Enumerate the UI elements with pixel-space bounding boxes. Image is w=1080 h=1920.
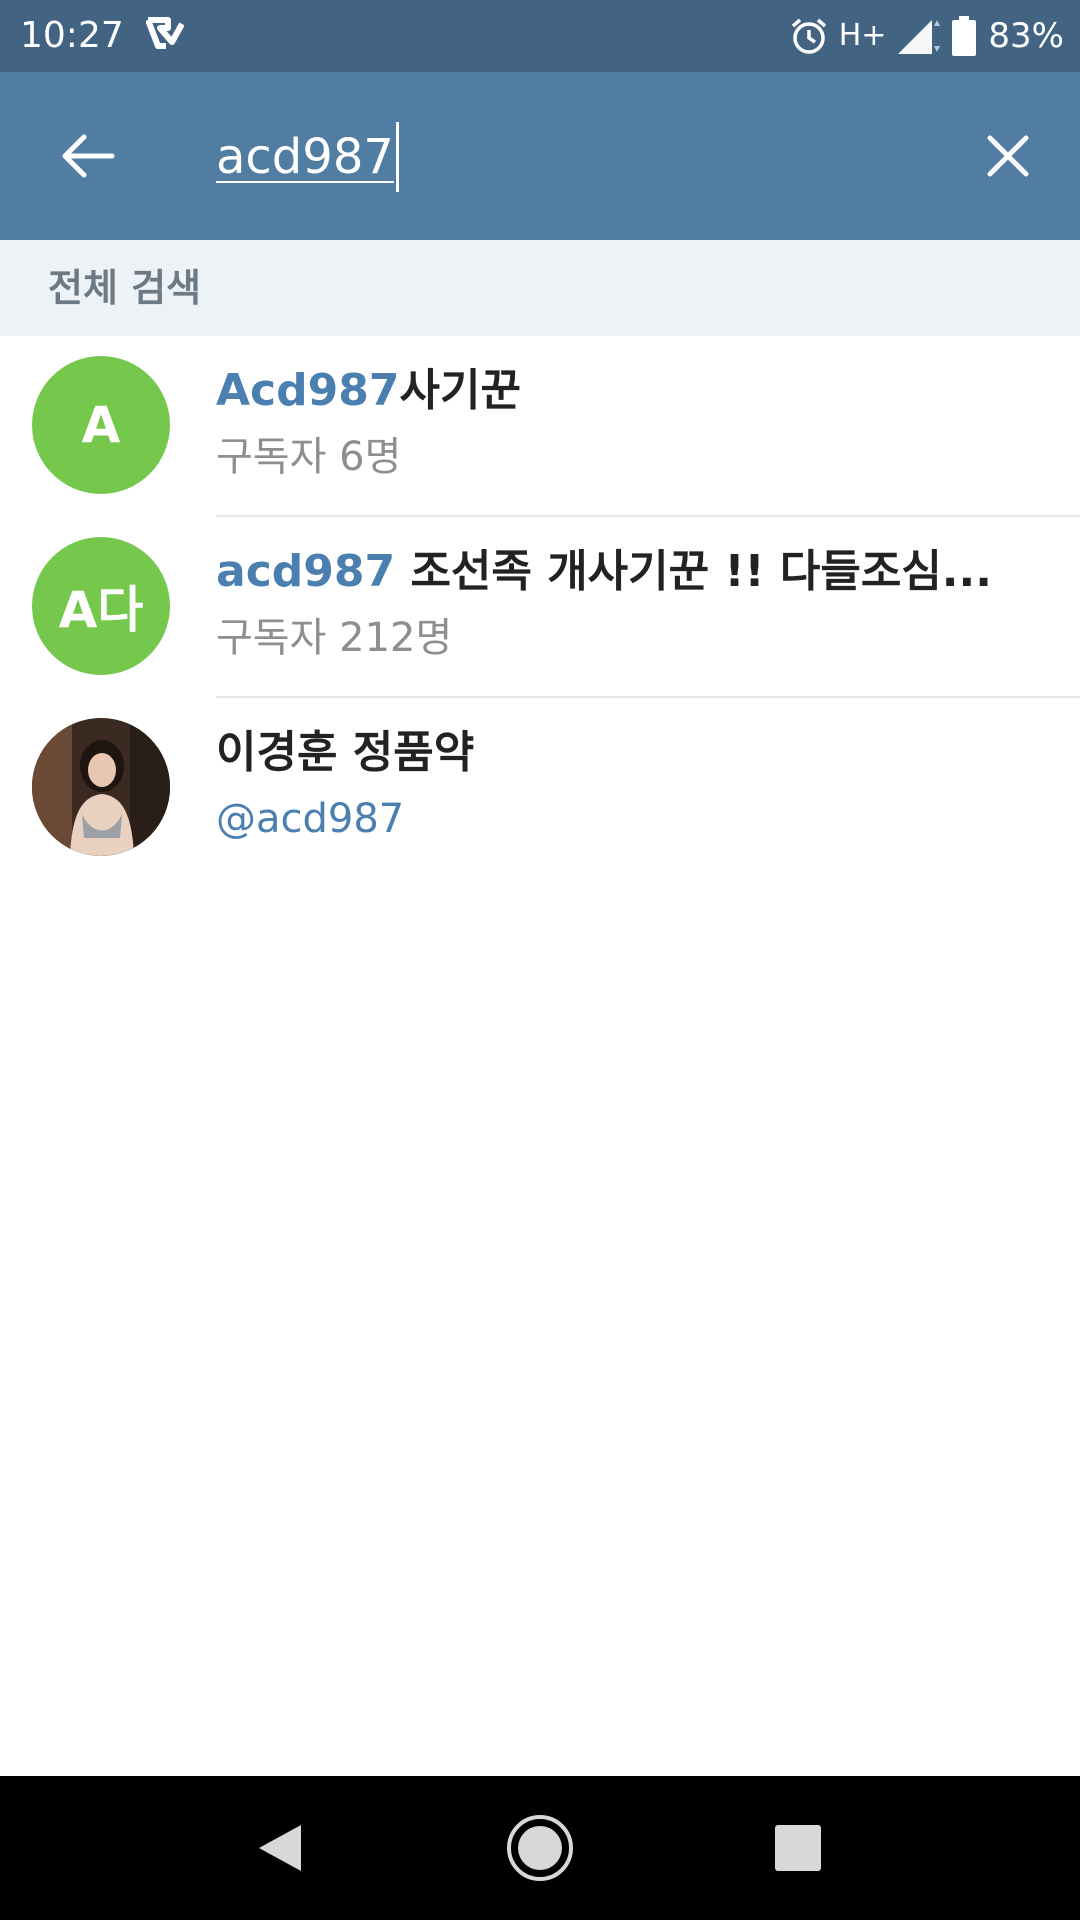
result-title-rest: 조선족 개사기꾼 !! 다들조심...	[395, 546, 992, 597]
close-icon	[987, 135, 1029, 177]
nav-recents-button[interactable]	[758, 1808, 838, 1888]
result-title: 이경훈 정품약	[216, 724, 1056, 782]
nav-recents-icon	[775, 1825, 821, 1871]
result-title: Acd987사기꾼	[216, 362, 1056, 420]
result-username: @acd987	[216, 796, 405, 842]
clear-search-button[interactable]	[966, 120, 1050, 192]
result-title-rest: 이경훈 정품약	[216, 727, 475, 778]
list-item[interactable]: A다 acd987 조선족 개사기꾼 !! 다들조심... 구독자 212명	[0, 517, 1080, 698]
result-title-highlight: Acd987	[216, 365, 400, 416]
back-arrow-icon	[62, 134, 115, 178]
nav-home-icon	[507, 1815, 573, 1881]
result-title-rest: 사기꾼	[399, 365, 521, 416]
status-time: 10:27	[20, 15, 124, 56]
status-right: H+ 83%	[789, 14, 1064, 58]
avatar: A	[32, 356, 170, 494]
list-item[interactable]: 이경훈 정품약 @acd987	[0, 698, 1080, 879]
battery-percentage: 83%	[988, 16, 1064, 56]
back-button[interactable]	[48, 120, 128, 192]
signal-icon	[898, 20, 941, 54]
search-results-list: A Acd987사기꾼 구독자 6명 A다 acd987 조선족 개사기꾼 !!…	[0, 336, 1080, 879]
system-nav-bar	[0, 1776, 1080, 1920]
status-bar: 10:27 H+ 83%	[0, 0, 1080, 72]
result-subtitle: 구독자 212명	[216, 615, 453, 661]
battery-icon	[952, 16, 977, 56]
network-type: H+	[838, 18, 887, 53]
list-item[interactable]: A Acd987사기꾼 구독자 6명	[0, 336, 1080, 517]
nav-home-button[interactable]	[500, 1808, 580, 1888]
alarm-icon	[791, 18, 826, 54]
search-input[interactable]: acd987	[216, 122, 399, 192]
avatar-photo	[32, 718, 170, 856]
avatar: A다	[32, 537, 170, 675]
nav-back-icon	[259, 1825, 301, 1871]
search-query-text[interactable]: acd987	[216, 125, 394, 189]
nav-back-button[interactable]	[240, 1808, 320, 1888]
text-caret	[395, 122, 399, 192]
result-title-highlight: acd987	[216, 546, 396, 597]
section-header: 전체 검색	[0, 240, 1080, 336]
search-toolbar: acd987	[0, 72, 1080, 240]
app-check-icon	[146, 17, 184, 49]
section-title: 전체 검색	[48, 266, 202, 310]
profile-photo-icon	[32, 718, 170, 856]
result-subtitle: 구독자 6명	[216, 434, 402, 480]
result-title: acd987 조선족 개사기꾼 !! 다들조심...	[216, 543, 1056, 601]
